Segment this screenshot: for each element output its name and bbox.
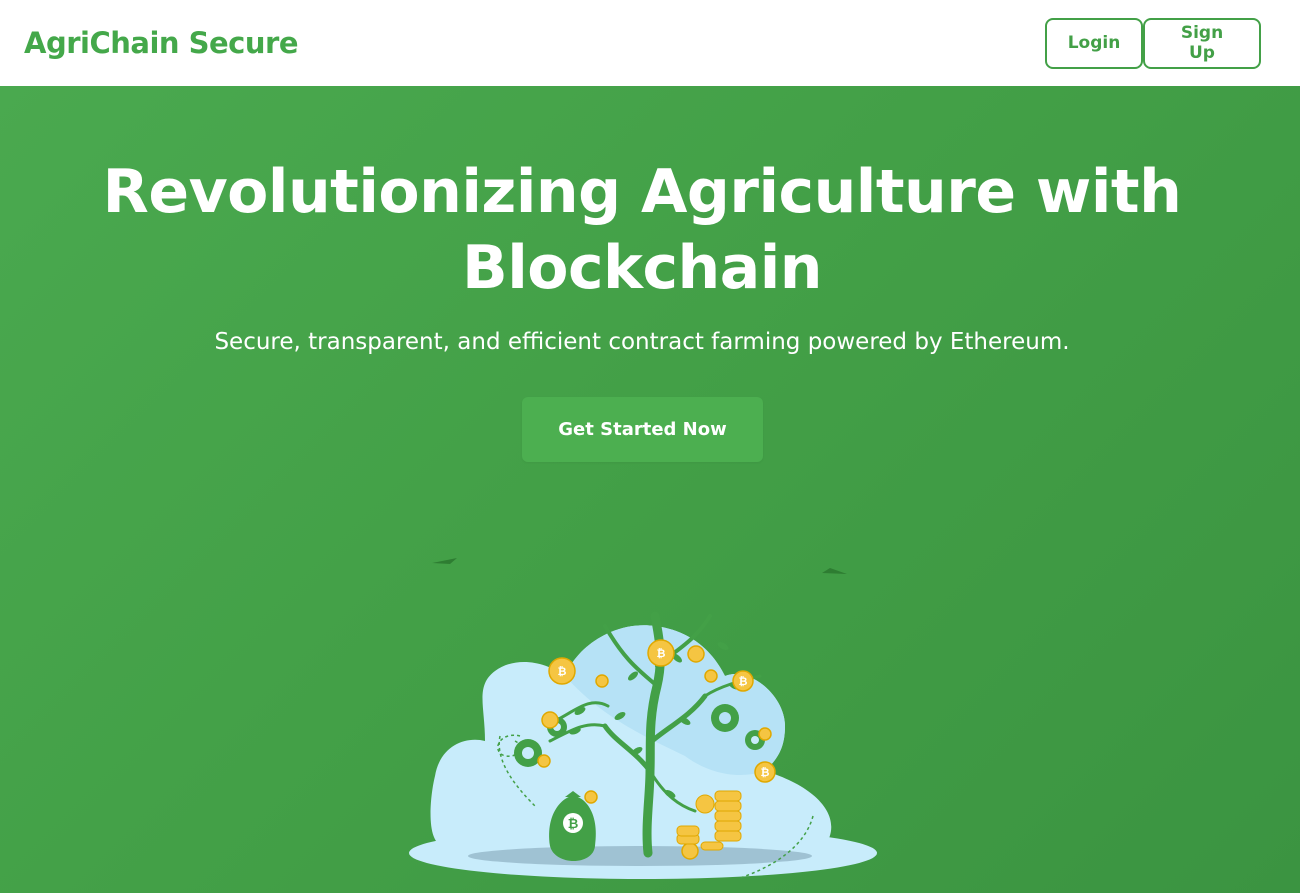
coin-symbol: ₿ <box>558 665 567 678</box>
money-tree-illustration: ₿ ₿ ₿ ₿ ₿ <box>409 558 877 879</box>
nav-buttons: Login Sign Up <box>1045 17 1261 69</box>
navbar: AgriChain Secure Login Sign Up <box>0 0 1300 86</box>
coin-symbol: ₿ <box>739 675 748 688</box>
coin-symbol: ₿ <box>657 647 666 660</box>
sign-up-button[interactable]: Sign Up <box>1143 17 1261 69</box>
hero-title: Revolutionizing Agriculture with Blockch… <box>102 157 1182 303</box>
hero-subtitle: Secure, transparent, and efficient contr… <box>214 329 1070 355</box>
coin-symbol: ₿ <box>761 766 770 779</box>
bird-icon <box>822 568 847 574</box>
login-button[interactable]: Login <box>1045 17 1143 69</box>
bird-icon <box>432 558 457 564</box>
hero-section: Revolutionizing Agriculture with Blockch… <box>0 86 1300 893</box>
money-bag-symbol: ₿ <box>568 817 579 832</box>
get-started-button[interactable]: Get Started Now <box>522 397 763 462</box>
brand-logo[interactable]: AgriChain Secure <box>24 26 299 60</box>
